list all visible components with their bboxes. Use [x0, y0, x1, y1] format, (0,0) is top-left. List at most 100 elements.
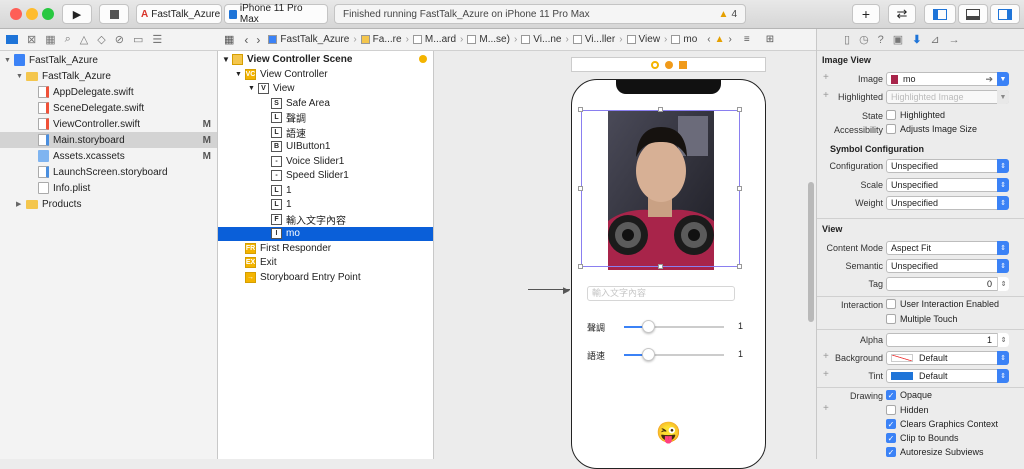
outline-item[interactable]: ▼ V View [218, 82, 433, 97]
breadcrumb-item[interactable]: Vi...ne [521, 34, 561, 45]
scene-row[interactable]: ▼ View Controller Scene [218, 51, 433, 67]
disclosure-icon[interactable]: ▼ [222, 55, 232, 64]
outline-item[interactable]: L 聲調 [218, 111, 433, 125]
symbol-icon[interactable]: ▦ [45, 33, 55, 46]
opaque-checkbox[interactable]: ✓ Opaque [886, 390, 932, 400]
breadcrumb-item[interactable]: mo [671, 34, 697, 45]
breakpoint-icon[interactable]: ▭ [133, 33, 143, 46]
resize-handle[interactable] [658, 107, 663, 112]
navigator-item[interactable]: AppDelegate.swift [0, 84, 217, 100]
text-input-field[interactable]: 輸入文字內容 [587, 286, 735, 301]
resize-handle[interactable] [578, 264, 583, 269]
attributes-inspector-icon[interactable]: ⬇ [912, 33, 921, 46]
search-icon[interactable]: ⌕ [65, 33, 71, 46]
outline-item[interactable]: L1 [218, 198, 433, 213]
navigator-item[interactable]: ViewController.swift M [0, 116, 217, 132]
exit-dock-icon[interactable] [678, 60, 687, 69]
outline-item[interactable]: F 輸入文字內容 [218, 212, 433, 227]
disclosure-icon[interactable]: ▼ [4, 57, 14, 64]
history-inspector-icon[interactable]: ◷ [859, 33, 869, 46]
stop-button[interactable] [99, 4, 129, 24]
outline-item[interactable]: L 語速 [218, 125, 433, 140]
image-combo[interactable]: mo ➔ ▼ [886, 72, 1009, 86]
run-button[interactable]: ▶ [62, 4, 92, 24]
adjusts-image-size-checkbox[interactable]: Adjusts Image Size [886, 124, 977, 134]
device-selector[interactable]: iPhone 11 Pro Max [224, 3, 328, 25]
voice-slider-thumb[interactable] [642, 320, 655, 333]
source-control-icon[interactable]: ⊠ [27, 33, 36, 46]
outline-item[interactable]: - Voice Slider1 [218, 154, 433, 169]
breadcrumb-item[interactable]: Vi...ller [572, 34, 615, 45]
outline-item[interactable]: L1 [218, 183, 433, 198]
clears-graphics-checkbox[interactable]: ✓ Clears Graphics Context [886, 419, 998, 429]
clip-to-bounds-checkbox[interactable]: ✓ Clip to Bounds [886, 433, 959, 443]
toggle-inspector-button[interactable] [990, 4, 1020, 24]
connections-inspector-icon[interactable]: → [949, 34, 960, 46]
voice-slider-track[interactable] [624, 326, 724, 328]
resize-handle[interactable] [658, 264, 663, 269]
code-review-button[interactable]: ⇄ [888, 4, 916, 24]
emoji-button[interactable]: 😜 [656, 420, 681, 445]
outline-item[interactable]: S Safe Area [218, 96, 433, 111]
tag-stepper[interactable]: 0 ⇕ [886, 277, 1009, 291]
close-window-button[interactable] [10, 8, 22, 20]
toggle-debug-area-button[interactable] [958, 4, 988, 24]
forward-icon[interactable]: › [256, 33, 260, 47]
navigator-item[interactable]: ▼ FastTalk_Azure [0, 52, 217, 68]
identity-inspector-icon[interactable]: ▣ [893, 33, 903, 46]
highlighted-image-combo[interactable]: Highlighted Image ▼ [886, 90, 1009, 104]
report-icon[interactable]: ☰ [152, 33, 162, 46]
configuration-popup[interactable]: Unspecified ⇕ [886, 159, 1009, 173]
alpha-stepper[interactable]: 1 ⇕ [886, 333, 1009, 347]
breadcrumb-item[interactable]: View [626, 34, 660, 45]
content-mode-popup[interactable]: Aspect Fit ⇕ [886, 241, 1009, 255]
navigator-item[interactable]: ▶ Products [0, 196, 217, 212]
breadcrumb-item[interactable]: M...ard [412, 34, 456, 45]
resize-handle[interactable] [737, 186, 742, 191]
debug-icon[interactable]: ⊘ [115, 33, 124, 46]
resize-handle[interactable] [578, 186, 583, 191]
outline-item[interactable]: EX Exit [218, 256, 433, 271]
file-inspector-icon[interactable]: ▯ [844, 33, 850, 46]
user-interaction-checkbox[interactable]: User Interaction Enabled [886, 299, 999, 309]
first-responder-dock-icon[interactable] [664, 60, 673, 69]
toggle-navigator-button[interactable] [924, 4, 956, 24]
outline-item[interactable]: Imo [218, 226, 433, 241]
related-items-icon[interactable]: ▦ [224, 33, 234, 46]
chevron-down-icon[interactable]: ▼ [997, 72, 1009, 86]
go-arrow-icon[interactable]: ➔ [985, 74, 993, 85]
disclosure-icon[interactable]: ▶ [16, 200, 26, 208]
back-icon[interactable]: ‹ [244, 33, 248, 47]
size-inspector-icon[interactable]: ⊿ [930, 33, 939, 46]
outline-item[interactable]: - Speed Slider1 [218, 169, 433, 184]
folder-icon[interactable] [6, 35, 18, 44]
speed-slider-track[interactable] [624, 354, 724, 356]
resize-handle[interactable] [737, 107, 742, 112]
zoom-window-button[interactable] [42, 8, 54, 20]
speed-slider-thumb[interactable] [642, 348, 655, 361]
navigator-item[interactable]: LaunchScreen.storyboard [0, 164, 217, 180]
test-icon[interactable]: ◇ [97, 33, 105, 46]
add-editor-icon[interactable]: ⊞ [766, 34, 774, 45]
stepper-icon[interactable]: ⇕ [997, 277, 1009, 291]
stepper-icon[interactable]: ⇕ [997, 333, 1009, 347]
issue-icon[interactable]: △ [80, 33, 88, 46]
navigator-item[interactable]: SceneDelegate.swift [0, 100, 217, 116]
disclosure-icon[interactable]: ▼ [16, 73, 26, 80]
previous-issue-icon[interactable]: ‹ [707, 34, 710, 45]
outline-item[interactable]: FR First Responder [218, 241, 433, 256]
background-color-popup[interactable]: Default ⇕ [886, 351, 1009, 365]
outline-item[interactable]: B UIButton1 [218, 140, 433, 155]
highlighted-checkbox[interactable]: Highlighted [886, 110, 945, 120]
plus-icon[interactable]: + [823, 72, 829, 83]
navigator-item[interactable]: Info.plist [0, 180, 217, 196]
hidden-checkbox[interactable]: Hidden [886, 405, 929, 415]
disclosure-icon[interactable]: ▼ [248, 85, 258, 92]
tint-color-popup[interactable]: Default ⇕ [886, 369, 1009, 383]
multiple-touch-checkbox[interactable]: Multiple Touch [886, 314, 957, 324]
breadcrumb-item[interactable]: M...se) [467, 34, 510, 45]
outline-item[interactable]: → Storyboard Entry Point [218, 270, 433, 285]
editor-options-icon[interactable]: ≡ [744, 34, 750, 45]
breadcrumb-item[interactable]: FastTalk_Azure [268, 34, 349, 45]
semantic-popup[interactable]: Unspecified ⇕ [886, 259, 1009, 273]
